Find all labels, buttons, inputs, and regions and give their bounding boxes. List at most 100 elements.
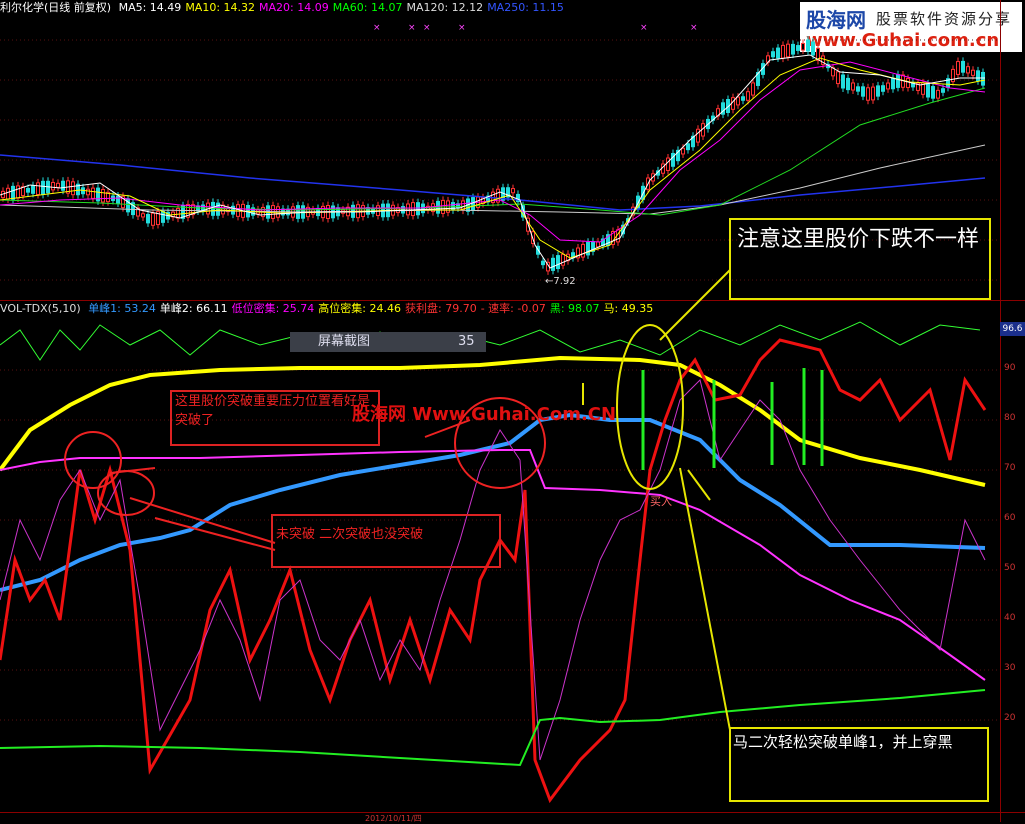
candle-body [811,41,815,56]
buy-label: 买入 [650,495,672,508]
candle-body [41,180,45,195]
candle-body [556,255,560,270]
candle-body [936,89,940,99]
tick-label: 70 [1004,463,1016,473]
indicator-header: VOL-TDX(5,10) 单峰1: 53.24 单峰2: 66.11 低位密集: … [0,302,661,316]
candle-body [26,188,30,193]
top-markers: × × × × × × [373,23,698,33]
candle-body [846,77,850,91]
annotation-price-drop: 注意这里股价下跌不一样 [729,218,991,300]
right-value-badge: 96.6 [1000,322,1025,336]
candle-body [71,181,75,196]
candle-body [871,86,875,101]
indicator-legend-item: 马: 49.35 [603,302,654,315]
tick-label: 60 [1004,513,1016,523]
candle-body [86,188,90,196]
low-price-marker: ←7.92 [545,276,576,287]
indicator-legend-item: 低位密集: 25.74 [231,302,315,315]
annotation-breakthrough: 这里股价突破重要压力位置看好是突破了 [170,390,380,446]
candle-body [36,182,40,195]
candle-body [851,82,855,91]
svg-text:×: × [408,23,416,33]
candle-body [561,253,565,266]
candle-body [771,51,775,58]
candle-body [841,74,845,89]
candle-body [61,180,65,191]
annotation-no-breakthrough: 未突破 二次突破也没突破 [271,514,501,568]
annotation-no-breakthrough-text: 未突破 二次突破也没突破 [276,527,424,542]
indicator-legend-item: 单峰1: 53.24 [88,302,156,315]
screenshot-number: 35 [458,334,475,349]
indicator-legend-item: 单峰2: 66.11 [159,302,228,315]
tick-label: 80 [1004,413,1016,423]
candle-body [681,147,685,155]
candle-body [941,88,945,93]
candle-body [51,181,55,191]
candle-body [416,202,420,216]
candle-body [471,197,475,211]
annotation-horse-breakthrough: 马二次轻松突破单峰1，并上穿黑 [729,727,989,802]
candle-body [596,241,600,248]
candle-body [836,71,840,85]
signal-bars [641,368,824,470]
candle-body [886,82,890,90]
indicator-legend: 单峰1: 53.24 单峰2: 66.11 低位密集: 25.74 高位密集: 24.… [88,302,657,315]
candle-body [541,260,545,266]
candle-body [581,243,585,258]
tick-label: 30 [1004,663,1016,673]
candle-body [146,213,150,224]
candle-body [976,70,980,82]
indicator-name: VOL-TDX(5,10) [0,302,81,315]
candle-body [981,71,985,86]
annotation-horse-breakthrough-text: 马二次轻松突破单峰1，并上穿黑 [733,733,953,751]
candle-body [956,61,960,75]
candle-body [806,39,810,52]
watermark: 股海网 Www.Guhai.Com.CN [352,404,617,425]
screenshot-toolbar[interactable]: 屏幕截图 35 [290,332,486,352]
candle-body [411,202,415,217]
candle-body [966,66,970,74]
candle-body [881,85,885,92]
candle-body [776,47,780,59]
candle-body [406,203,410,216]
screenshot-title: 屏幕截图 [318,334,371,349]
candle-body [6,187,10,200]
svg-text:×: × [690,23,698,33]
candle-body [91,187,95,199]
candle-body [16,185,20,199]
candle-body [896,74,900,88]
svg-text:×: × [640,23,648,33]
candle-body [866,87,870,101]
candle-body [746,91,750,101]
candle-body [151,212,155,226]
candle-body [786,43,790,58]
annotation-price-drop-text: 注意这里股价下跌不一样 [737,227,980,252]
candle-body [736,96,740,106]
indicator-legend-item: 黑: 98.07 [549,302,600,315]
candle-body [31,185,35,194]
svg-text:×: × [458,23,466,33]
yellow-circle [616,324,684,490]
candle-body [741,96,745,101]
indicator-legend-item: 高位密集: 24.46 [318,302,401,315]
candle-body [141,213,145,218]
svg-text:×: × [423,23,431,33]
candle-body [931,86,935,99]
svg-text:×: × [373,23,381,33]
candle-body [906,77,910,89]
candle-body [101,189,105,203]
candle-body [801,42,805,51]
candle-body [211,201,215,216]
tick-label: 50 [1004,563,1016,573]
date-label: 2012/10/11/四 [365,814,422,823]
candle-body [686,143,690,151]
tick-label: 40 [1004,613,1016,623]
tick-label: 20 [1004,713,1016,723]
candle-body [971,69,975,76]
candle-body [781,44,785,59]
candle-body [751,82,755,96]
candle-body [791,43,795,55]
candle-body [56,182,60,188]
candle-body [876,85,880,97]
candle-body [666,157,670,171]
